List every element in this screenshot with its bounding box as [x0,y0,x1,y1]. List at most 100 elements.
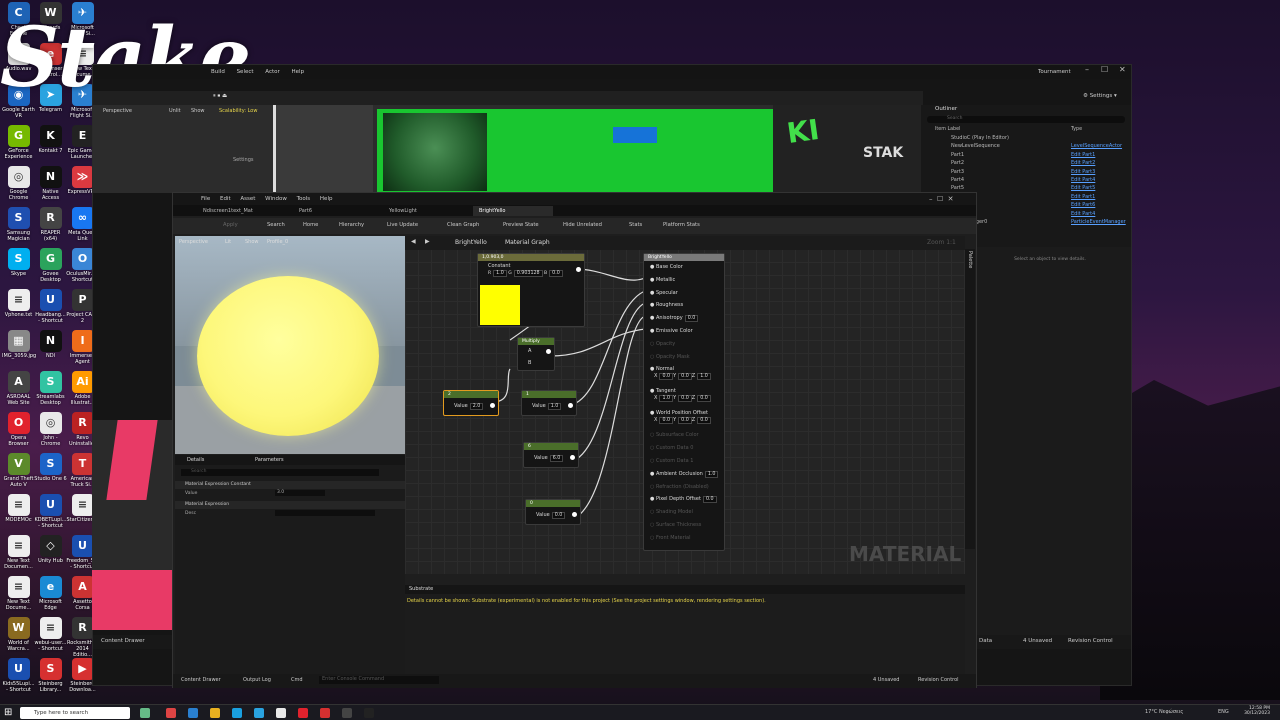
desktop-icon[interactable]: G GeForce Experience [2,125,35,163]
me-menu-tools[interactable]: Tools [297,196,311,202]
desktop-icon[interactable]: V Grand Theft Auto V [2,453,35,491]
desktop-icon[interactable]: ◇ Unity Hub [34,535,67,573]
tab-part6[interactable]: Part6 [293,206,318,216]
result-pin[interactable]: ● Normal [650,366,674,372]
constant-6-node[interactable]: 6 Value 6.0 [523,442,579,468]
col-item-label[interactable]: Item Label [935,125,960,134]
desktop-icon[interactable]: S Steinberg Library... [34,658,67,696]
me-menu-file[interactable]: File [201,196,210,202]
preview-lit[interactable]: Lit [225,239,231,245]
section-expression[interactable]: Material Expression [175,501,405,509]
me-content-drawer[interactable]: Content Drawer [181,677,221,683]
desktop-icon[interactable]: S Samsung Magician [2,207,35,245]
details-tab[interactable]: Details [187,457,204,463]
taskbar-search[interactable]: Type here to search [20,707,130,719]
result-pin[interactable]: ○ Opacity Mask [650,354,690,360]
output-pin[interactable] [570,455,575,460]
content-drawer-button[interactable]: Content Drawer [101,638,145,644]
result-pin[interactable]: ● Pixel Depth Offset 0.0 [650,496,717,504]
result-pin[interactable]: ● Tangent [650,388,676,394]
outliner-row[interactable]: Part3 Edit Part3 [921,168,1131,176]
desktop-icon[interactable]: ≡ New Text Documen... [2,535,35,573]
data-button[interactable]: Data [979,638,992,644]
outliner-row[interactable]: Part2 Edit Part2 [921,159,1131,167]
menu-select[interactable]: Select [237,65,254,79]
outliner-row-type[interactable]: Edit Part2 [1071,159,1095,167]
palette-tab[interactable]: Palette [965,249,975,549]
taskbar-app-icon[interactable] [320,708,330,718]
maximize-icon[interactable]: ☐ [1101,65,1108,74]
result-pin[interactable]: ● Emissive Color [650,328,693,334]
rgb-fields[interactable]: R 1.0 G 0.903128 B 0.0 [488,270,563,277]
close-icon[interactable]: ✕ [1119,65,1126,74]
me-unsaved[interactable]: 4 Unsaved [873,677,899,683]
desktop-icon[interactable]: U KDBETLupi... - Shortcut [34,494,67,532]
material-preview-viewport[interactable]: Perspective Lit Show Profile_0 [175,236,405,454]
viewport-perspective[interactable]: Perspective [103,108,132,114]
tab-brightyello[interactable]: BrightYello [473,206,553,216]
desktop-icon[interactable]: S Streamlabs Desktop [34,371,67,409]
desktop-icon[interactable]: N NDI [34,330,67,368]
taskbar-app-icon[interactable] [254,708,264,718]
viewport-lit[interactable]: Unlit [169,108,181,114]
result-pin[interactable]: ○ Refraction (Disabled) [650,484,709,490]
desktop-icon[interactable]: ≡ Vphone.txt [2,289,35,327]
result-pin[interactable]: ● Base Color [650,264,683,270]
outliner-row-type[interactable]: Edit Part5 [1071,184,1095,192]
desktop-icon[interactable]: K Kontakt 7 [34,125,67,163]
pin-value[interactable]: 0.0 [684,315,699,323]
desktop-icon[interactable]: R REAPER (x64) [34,207,67,245]
substrate-tab[interactable]: Substrate [405,585,965,594]
result-pin[interactable]: ● Roughness [650,302,683,308]
constant-0-node[interactable]: 0 Value 0.0 [525,499,581,525]
pin-value[interactable]: 1.0 [704,470,719,478]
desktop-icon[interactable]: ≡ webui-user... - Shortcut [34,617,67,655]
me-output-log[interactable]: Output Log [243,677,271,683]
minimize-icon[interactable]: – [1085,65,1089,74]
menu-help[interactable]: Help [292,65,305,79]
revision-control-button[interactable]: Revision Control [1068,638,1113,644]
pin-value[interactable]: 0.0 [702,496,717,504]
desktop-icon[interactable]: ▦ IMG_3059.jpg [2,330,36,368]
output-pin[interactable] [490,403,495,408]
result-pin[interactable]: ○ Shading Model [650,509,693,515]
desktop-icon[interactable]: O Opera Browser [2,412,35,450]
taskbar-app-icon[interactable] [166,708,176,718]
parameters-tab[interactable]: Parameters [255,457,284,463]
level-viewport[interactable]: Perspective Unlit Show Scalability: Low … [93,105,923,193]
col-type[interactable]: Type [1071,125,1082,134]
pin-vector[interactable]: X 0.0 Y 0.0 Z 0.0 [654,417,711,425]
outliner-row-type[interactable]: Edit Part4 [1071,176,1095,184]
me-revision-control[interactable]: Revision Control [918,677,959,683]
viewport-show[interactable]: Show [191,108,205,114]
me-cmd[interactable]: Cmd [291,677,303,683]
result-pin[interactable]: ○ Opacity [650,341,675,347]
result-pin[interactable]: ○ Front Material [650,535,691,541]
outliner-row[interactable]: StudioC (Play In Editor) [921,134,1131,142]
platform-stats-button[interactable]: Platform Stats [663,222,700,228]
result-pin[interactable]: ○ Custom Data 1 [650,458,693,464]
outliner-row-type[interactable]: ParticleEventManager [1071,218,1126,226]
taskbar-app-icon[interactable] [210,708,220,718]
outliner-row[interactable]: NewLevelSequence LevelSequenceActor [921,142,1131,150]
pin-vector[interactable]: X 0.0 Y 0.0 Z 1.0 [654,373,711,381]
constant-1-node[interactable]: 1 Value 1.0 [521,390,577,416]
output-pin[interactable] [568,403,573,408]
output-pin[interactable] [572,512,577,517]
desc-input[interactable] [275,510,375,516]
desktop-icon[interactable]: S Skype [2,248,35,286]
preview-profile[interactable]: Profile_0 [267,239,288,245]
output-pin[interactable] [576,267,581,272]
viewport-settings[interactable]: Settings [233,157,254,163]
outliner-row[interactable]: Part1 Edit Part1 [921,151,1131,159]
desktop-icon[interactable]: W World of Warcra... [2,617,35,655]
desktop-icon[interactable]: e Microsoft Edge [34,576,67,614]
result-pin[interactable]: ● Ambient Occlusion 1.0 [650,470,719,478]
desktop-icon[interactable]: N Native Access [34,166,67,204]
result-pin[interactable]: ○ Custom Data 0 [650,445,693,451]
outliner-row-type[interactable]: Edit Part1 [1071,193,1095,201]
desktop-icon[interactable]: ≡ MODEMOc [2,494,35,532]
desktop-icon[interactable]: S Studio One 6 [34,453,67,491]
taskbar-app-icon[interactable] [298,708,308,718]
hide-unrelated-button[interactable]: Hide Unrelated [563,222,602,228]
